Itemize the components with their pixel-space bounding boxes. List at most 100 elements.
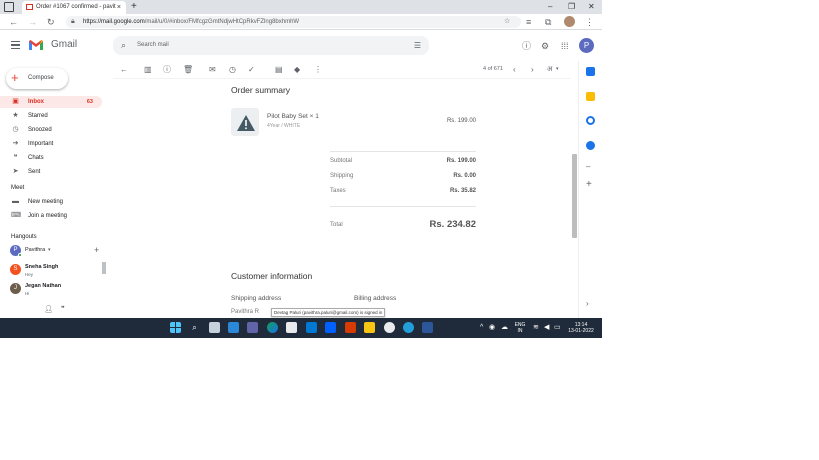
compose-button[interactable]: + Compose: [6, 68, 68, 89]
chrome-icon[interactable]: [384, 322, 395, 333]
collections-icon[interactable]: ⧉: [545, 15, 551, 29]
calendar-app-icon[interactable]: [286, 322, 297, 333]
back-arrow-icon[interactable]: ←: [9, 15, 18, 29]
get-addons-icon[interactable]: +: [586, 180, 592, 190]
add-to-tasks-icon[interactable]: ✓: [248, 64, 255, 75]
wifi-icon[interactable]: ≋: [533, 323, 539, 332]
search-input[interactable]: ⌕ Search mail ☰: [113, 36, 429, 55]
mail-app-icon[interactable]: [306, 322, 317, 333]
taskbar-search-icon[interactable]: ⌕: [189, 322, 200, 333]
forward-arrow-icon[interactable]: →: [28, 15, 37, 29]
chat-quote-icon[interactable]: ❞: [61, 305, 65, 314]
nav-item-sent[interactable]: ➤ Sent: [0, 166, 102, 178]
help-icon[interactable]: ⓘ: [522, 40, 531, 52]
calendar-icon[interactable]: [586, 67, 595, 76]
windows-start-icon[interactable]: [170, 322, 181, 333]
show-side-panel-icon[interactable]: ›: [586, 299, 589, 308]
word-icon[interactable]: [422, 322, 433, 333]
report-spam-icon[interactable]: ⓘ: [163, 64, 171, 75]
battery-icon[interactable]: ▭: [554, 323, 561, 332]
archive-icon[interactable]: ▥: [144, 64, 152, 75]
window-close-button[interactable]: ✕: [588, 0, 595, 14]
account-avatar[interactable]: P: [579, 38, 594, 53]
keep-icon[interactable]: [586, 92, 595, 101]
email-body: Order summary Pilot Baby Set × 1 4Year /…: [113, 80, 571, 318]
tray-overflow-chevron-icon[interactable]: ^: [480, 323, 483, 332]
hangouts-contact[interactable]: J Jegan Nathan Hi: [10, 282, 106, 298]
contacts-icon[interactable]: [586, 141, 595, 150]
address-bar[interactable]: 🔒︎ https://mail.google.com/mail/u/0/#inb…: [66, 16, 521, 28]
input-tools-chevron-icon[interactable]: ▾: [556, 64, 559, 75]
task-view-icon[interactable]: [209, 322, 220, 333]
nav-item-label: Inbox: [28, 99, 44, 105]
label-icon[interactable]: ◆: [294, 64, 300, 75]
chat-bubble-icon: ❝: [13, 154, 18, 161]
clock[interactable]: 13:14 13-01-2022: [566, 322, 596, 334]
add-chat-icon[interactable]: +: [94, 244, 99, 256]
new-tab-button[interactable]: +: [131, 0, 137, 14]
chevron-down-icon[interactable]: ▾: [48, 246, 51, 254]
file-explorer-icon[interactable]: [364, 322, 375, 333]
mail-scrollbar[interactable]: [572, 154, 577, 238]
nav-item-starred[interactable]: ★ Starred: [0, 110, 102, 122]
tray-cloud-icon[interactable]: ☁: [501, 323, 508, 332]
screen: Order #1067 confirmed - pavith × + – ❐ ✕…: [0, 0, 602, 338]
search-options-icon[interactable]: ☰: [414, 40, 421, 51]
meet-new-meeting[interactable]: ▬ New meeting: [0, 196, 102, 208]
tasks-icon[interactable]: [586, 116, 595, 125]
snooze-icon[interactable]: ◷: [229, 64, 236, 75]
settings-gear-icon[interactable]: ⚙: [541, 40, 549, 52]
main-menu-icon[interactable]: [11, 41, 20, 49]
person-icon[interactable]: 👤︎: [44, 305, 53, 314]
widgets-icon[interactable]: [228, 322, 239, 333]
apps-grid-icon[interactable]: ⁞⁞⁞: [561, 40, 569, 52]
office-icon[interactable]: [345, 322, 356, 333]
window-menu-icon[interactable]: [4, 2, 14, 12]
tray-app-icon[interactable]: ◉: [489, 323, 495, 332]
nav-item-inbox[interactable]: ▣ Inbox 63: [0, 96, 102, 108]
read-later-icon[interactable]: ≡: [526, 15, 531, 29]
important-label-icon: ➔: [12, 140, 19, 147]
move-to-icon[interactable]: ▤: [275, 64, 283, 75]
mark-unread-icon[interactable]: ✉: [209, 64, 216, 75]
tab-close-icon[interactable]: ×: [117, 1, 121, 14]
signed-in-tooltip: Devtag Paluri (pavithra.paluri@gmail.com…: [271, 308, 386, 317]
older-chevron-icon[interactable]: ›: [531, 64, 534, 75]
hangouts-contact[interactable]: S Sneha Singh Hey: [10, 263, 106, 279]
input-tools-button[interactable]: अ: [547, 64, 552, 75]
maximize-button[interactable]: ❐: [568, 0, 575, 14]
volume-icon[interactable]: ◀: [544, 323, 549, 332]
browser-profile-avatar[interactable]: [564, 16, 575, 27]
hangouts-self[interactable]: P Pavithra ▾ +: [10, 244, 106, 260]
hangouts-scrollbar[interactable]: [102, 262, 106, 274]
shipping-address-name: Pavithra R: [231, 309, 260, 315]
search-placeholder: Search mail: [137, 42, 169, 48]
delete-icon[interactable]: 🗑︎: [183, 64, 193, 75]
teams-chat-icon[interactable]: [247, 322, 258, 333]
nav-item-important[interactable]: ➔ Important: [0, 138, 102, 150]
browser-menu-icon[interactable]: ⋮: [585, 15, 594, 29]
back-to-inbox-icon[interactable]: ←: [120, 64, 128, 75]
divider: [330, 151, 476, 152]
reload-icon[interactable]: ↻: [47, 15, 55, 29]
gmail-header: Gmail ⌕ Search mail ☰ ⓘ ⚙ ⁞⁞⁞ P: [0, 31, 602, 61]
nav-item-chats[interactable]: ❝ Chats: [0, 152, 102, 164]
bookmark-star-icon[interactable]: ☆: [504, 16, 510, 28]
gmail-favicon-icon: [26, 4, 33, 10]
minimize-button[interactable]: –: [548, 0, 552, 14]
nav-item-label: Starred: [28, 113, 48, 119]
dropbox-icon[interactable]: [325, 322, 336, 333]
telegram-icon[interactable]: [403, 322, 414, 333]
meet-join-meeting[interactable]: ⌨ Join a meeting: [0, 210, 102, 222]
language-indicator[interactable]: ENG IN: [513, 322, 527, 334]
nav-item-snoozed[interactable]: ◷ Snoozed: [0, 124, 102, 136]
newer-chevron-icon[interactable]: ‹: [513, 64, 516, 75]
edge-browser-icon[interactable]: [267, 322, 278, 333]
browser-tab-active[interactable]: Order #1067 confirmed - pavith ×: [22, 1, 126, 14]
customer-info-heading: Customer information: [231, 271, 313, 281]
search-icon[interactable]: ⌕: [121, 39, 126, 51]
more-options-icon[interactable]: ⋮: [314, 64, 322, 75]
left-navigation: + Compose ▣ Inbox 63 ★ Starred ◷ Snoozed…: [0, 61, 112, 318]
product-name: Pilot Baby Set × 1: [267, 113, 319, 120]
subtotal-label: Subtotal: [330, 158, 353, 164]
